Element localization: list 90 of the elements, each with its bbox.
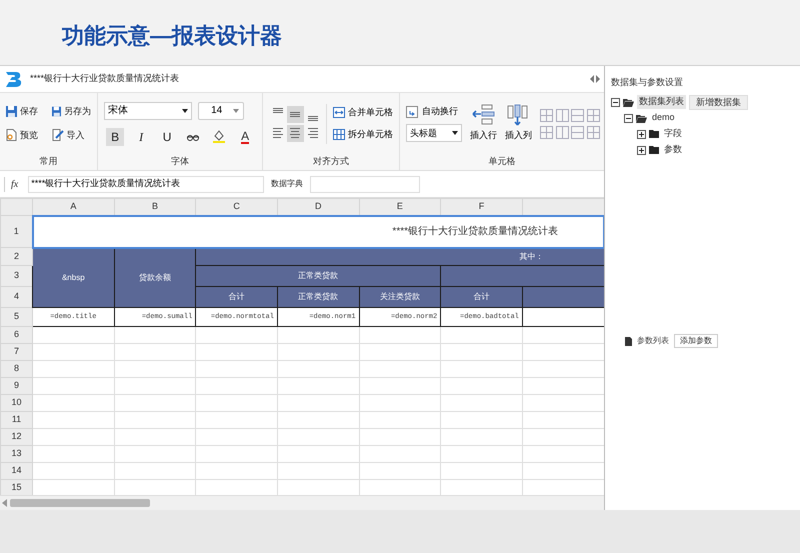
paint-bucket-icon: [213, 130, 226, 143]
column-header[interactable]: A: [32, 198, 114, 216]
row-header[interactable]: 2: [0, 248, 32, 266]
table-cell[interactable]: 关注类贷款: [359, 286, 441, 308]
merge-cells-icon: [333, 107, 346, 118]
column-header[interactable]: F: [440, 198, 522, 216]
save-as-button[interactable]: 另存为: [52, 105, 92, 118]
preview-button[interactable]: 预览: [6, 128, 46, 142]
tree-item[interactable]: 参数: [662, 143, 684, 157]
align-lines-icon: [308, 116, 318, 120]
row-header[interactable]: 14: [0, 462, 32, 480]
row-header[interactable]: 6: [0, 326, 32, 344]
row-header[interactable]: 13: [0, 446, 32, 462]
column-header[interactable]: D: [277, 198, 360, 216]
row-header[interactable]: 12: [0, 428, 32, 446]
underline-button[interactable]: U: [158, 128, 176, 146]
row-header[interactable]: 15: [0, 480, 32, 495]
tree-item[interactable]: 数据集列表: [637, 95, 686, 109]
formula-field[interactable]: ****银行十大行业贷款质量情况统计表: [28, 176, 264, 192]
data-dictionary-field[interactable]: [310, 176, 420, 192]
caret-icon: [233, 108, 240, 112]
wrap-icon: [406, 106, 418, 118]
tree-item[interactable]: demo: [650, 111, 677, 125]
group-label: 常用: [40, 155, 58, 168]
table-cell[interactable]: 正常类贷款: [277, 286, 360, 308]
logo-icon: [4, 69, 24, 89]
align-lines-icon: [290, 128, 300, 138]
caret-icon: [182, 108, 188, 112]
table-cell[interactable]: &nbsp: [32, 248, 114, 308]
align-lines-icon: [290, 112, 300, 116]
grid-icon: [333, 128, 346, 140]
row-header[interactable]: 1: [0, 216, 32, 248]
column-header[interactable]: C: [196, 198, 278, 216]
params-label: 参数列表: [637, 335, 669, 347]
align-lines-icon: [272, 128, 283, 138]
save-button[interactable]: 保存: [6, 105, 46, 118]
slide-title: 功能示意—报表设计器: [62, 22, 282, 50]
group-label: 对齐方式: [313, 155, 350, 168]
caret-icon: [452, 131, 458, 136]
function-label: fx: [4, 176, 24, 192]
row-header[interactable]: 9: [0, 378, 32, 394]
expand-icon[interactable]: [637, 130, 646, 138]
tree-item[interactable]: 字段: [662, 127, 684, 141]
insert-row-button[interactable]: 插入行: [470, 104, 498, 143]
bold-button[interactable]: B: [106, 128, 124, 146]
column-header[interactable]: B: [114, 198, 196, 216]
insert-row-icon: [472, 104, 496, 126]
row-header[interactable]: 5: [0, 308, 32, 326]
row-header[interactable]: 10: [0, 394, 32, 412]
open-folder-icon: [636, 114, 647, 122]
table-cell[interactable]: 贷款余额: [114, 248, 196, 308]
align-button[interactable]: [286, 106, 304, 122]
document-icon: [625, 336, 632, 346]
group-label: 单元格: [488, 155, 516, 168]
align-lines-icon: [272, 108, 283, 112]
split-cells-button[interactable]: 拆分单元格: [333, 128, 394, 141]
row-header[interactable]: 3: [0, 266, 32, 286]
font-dropdown[interactable]: 宋体: [104, 102, 192, 120]
panel-title: 数据集与参数设置: [611, 76, 683, 90]
insert-column-button[interactable]: 插入列: [505, 104, 532, 143]
table-cell[interactable]: ****银行十大行业贷款质量情况统计表: [32, 216, 604, 248]
table-cell[interactable]: 合计: [196, 286, 278, 308]
table-cell[interactable]: 合计: [440, 286, 522, 308]
row-header[interactable]: 11: [0, 412, 32, 428]
group-label: 字体: [171, 155, 190, 168]
style-dropdown[interactable]: 头标题: [406, 124, 462, 142]
column-header[interactable]: E: [359, 198, 441, 216]
italic-button[interactable]: I: [132, 128, 150, 146]
collapse-icon[interactable]: [624, 114, 633, 122]
open-folder-icon: [623, 98, 634, 106]
import-button[interactable]: 导入: [52, 128, 92, 142]
document-pencil-icon: [52, 129, 64, 142]
table-cell[interactable]: 正常类贷款: [196, 266, 441, 286]
merge-cells-button[interactable]: 合并单元格: [333, 106, 394, 120]
expand-icon[interactable]: [637, 146, 646, 154]
scrollbar-thumb[interactable]: [10, 499, 150, 507]
data-dictionary-label: 数据字典: [270, 178, 304, 190]
font-size-dropdown[interactable]: 14: [198, 102, 244, 120]
row-header[interactable]: 8: [0, 360, 32, 378]
collapse-icon[interactable]: [611, 98, 620, 106]
font-color-button[interactable]: A: [236, 128, 254, 146]
row-header[interactable]: 7: [0, 344, 32, 360]
add-parameter-button[interactable]: 添加参数: [674, 334, 718, 348]
document-title: ****银行十大行业贷款质量情况统计表: [30, 72, 180, 86]
document-eye-icon: [6, 129, 17, 142]
row-header[interactable]: 4: [0, 286, 32, 308]
align-lines-icon: [308, 128, 318, 138]
auto-wrap-button[interactable]: 自动换行: [406, 104, 462, 118]
align-button[interactable]: [286, 124, 304, 142]
add-dataset-button[interactable]: 新增数据集: [689, 94, 748, 110]
